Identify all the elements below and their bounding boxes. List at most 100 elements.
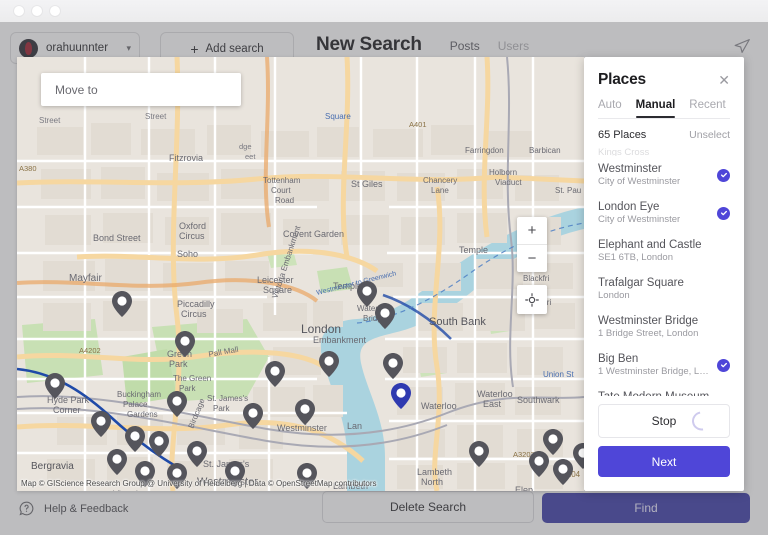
svg-text:Park: Park — [169, 359, 188, 369]
svg-text:Corner: Corner — [53, 405, 81, 415]
svg-text:Palace: Palace — [123, 400, 148, 409]
svg-text:Mayfair: Mayfair — [69, 273, 102, 284]
move-to-placeholder: Move to — [55, 83, 98, 97]
places-count: 65 Places — [598, 129, 646, 141]
list-item[interactable]: Trafalgar Square London — [598, 270, 730, 308]
svg-text:Road: Road — [275, 196, 294, 205]
tab-auto[interactable]: Auto — [598, 99, 622, 118]
map-pin[interactable] — [112, 291, 132, 317]
map-pin[interactable] — [391, 383, 411, 409]
map-pin[interactable] — [45, 373, 65, 399]
place-subtitle: 1 Bridge Street, London — [598, 328, 698, 339]
tab-recent[interactable]: Recent — [689, 99, 725, 118]
place-name: Big Ben — [598, 353, 711, 365]
stop-button[interactable]: Stop — [598, 404, 730, 438]
map-pin[interactable] — [469, 441, 489, 467]
check-icon[interactable] — [717, 207, 730, 220]
unselect-button[interactable]: Unselect — [689, 129, 730, 141]
locate-me-button[interactable] — [517, 285, 547, 314]
svg-text:Chancery: Chancery — [423, 176, 457, 185]
map-pin[interactable] — [91, 411, 111, 437]
list-item-clipped[interactable]: Kings Cross — [598, 148, 730, 156]
map-pin[interactable] — [149, 431, 169, 457]
map-pin[interactable] — [107, 449, 127, 475]
svg-text:Circus: Circus — [181, 309, 207, 319]
svg-text:Street: Street — [39, 116, 61, 125]
svg-text:St Giles: St Giles — [351, 179, 383, 189]
place-name: Trafalgar Square — [598, 277, 684, 289]
svg-text:St. James's: St. James's — [207, 394, 248, 403]
app-window: orahuunnter ▾ Help & Feedback + Add sear… — [0, 0, 768, 535]
svg-text:Circus: Circus — [179, 231, 205, 241]
list-item[interactable]: Westminster City of Westminster — [598, 156, 730, 194]
svg-text:St. Pau: St. Pau — [555, 186, 581, 195]
map-pin[interactable] — [187, 441, 207, 467]
map-pin[interactable] — [295, 399, 315, 425]
map-pin[interactable] — [543, 429, 563, 455]
place-name: Westminster — [598, 163, 680, 175]
svg-text:Bond Street: Bond Street — [93, 233, 141, 243]
svg-text:Embankment: Embankment — [313, 335, 367, 345]
map-pin[interactable] — [357, 281, 377, 307]
svg-text:Oxford: Oxford — [179, 221, 206, 231]
close-icon[interactable]: ✕ — [718, 73, 730, 87]
maximize-window-button[interactable] — [50, 6, 60, 16]
svg-text:London: London — [301, 322, 341, 336]
svg-text:Blackfri: Blackfri — [523, 274, 549, 283]
list-item[interactable]: Westminster Bridge 1 Bridge Street, Lond… — [598, 308, 730, 346]
zoom-in-button[interactable]: + — [517, 217, 547, 244]
svg-text:Barbican: Barbican — [529, 146, 561, 155]
svg-text:Farringdon: Farringdon — [465, 146, 504, 155]
places-panel: Places ✕ Auto Manual Recent 65 Places Un… — [584, 57, 744, 491]
svg-text:Fitzrovia: Fitzrovia — [169, 153, 203, 163]
map-pin[interactable] — [383, 353, 403, 379]
place-subtitle: SE1 6TB, London — [598, 252, 702, 263]
map-zoom-controls[interactable]: + − — [517, 217, 547, 272]
map-pin[interactable] — [319, 351, 339, 377]
svg-text:North: North — [421, 477, 443, 487]
zoom-out-button[interactable]: − — [517, 244, 547, 272]
places-count-row: 65 Places Unselect — [584, 119, 744, 148]
map-pin[interactable] — [125, 426, 145, 452]
tab-manual[interactable]: Manual — [636, 99, 676, 118]
minimize-window-button[interactable] — [32, 6, 42, 16]
svg-text:Lane: Lane — [431, 186, 449, 195]
place-name: Tate Modern Museum — [598, 391, 709, 396]
move-to-search[interactable]: Move to — [41, 73, 241, 106]
svg-text:Elep: Elep — [515, 485, 533, 491]
svg-text:The Green: The Green — [173, 374, 211, 383]
svg-text:Waterloo: Waterloo — [477, 389, 513, 399]
map-pin[interactable] — [573, 443, 584, 469]
places-list[interactable]: Kings Cross Westminster City of Westmins… — [584, 148, 744, 396]
place-subtitle: City of Westminster — [598, 214, 680, 225]
check-icon[interactable] — [717, 359, 730, 372]
map-pin[interactable] — [375, 303, 395, 329]
svg-text:Square: Square — [325, 112, 351, 121]
next-button[interactable]: Next — [598, 446, 730, 477]
list-item[interactable]: Big Ben 1 Westminster Bridge, Lo... — [598, 346, 730, 384]
map-pin[interactable] — [167, 391, 187, 417]
places-panel-header: Places ✕ — [584, 57, 744, 89]
window-controls[interactable] — [14, 6, 60, 16]
places-panel-footer: Stop Next — [584, 396, 744, 491]
svg-text:Street: Street — [145, 112, 167, 121]
place-name: Westminster Bridge — [598, 315, 698, 327]
list-item[interactable]: Tate Modern Museum Bankside, London — [598, 384, 730, 396]
map-attribution: Map © GIScience Research Group @ Univers… — [21, 479, 376, 488]
list-item[interactable]: Elephant and Castle SE1 6TB, London — [598, 232, 730, 270]
svg-text:Piccadilly: Piccadilly — [177, 299, 215, 309]
place-subtitle: City of Westminster — [598, 176, 680, 187]
map-pin[interactable] — [553, 459, 573, 485]
check-icon[interactable] — [717, 169, 730, 182]
map-canvas[interactable]: Street Street Square A401 Farringdon Bar… — [17, 57, 584, 491]
map-pin[interactable] — [243, 403, 263, 429]
close-window-button[interactable] — [14, 6, 24, 16]
svg-text:Park: Park — [213, 404, 230, 413]
places-tabs[interactable]: Auto Manual Recent — [584, 89, 744, 118]
map-pin[interactable] — [175, 331, 195, 357]
svg-text:Court: Court — [271, 186, 291, 195]
list-item[interactable]: London Eye City of Westminster — [598, 194, 730, 232]
place-name: London Eye — [598, 201, 680, 213]
crosshair-icon — [525, 293, 539, 307]
map-pin[interactable] — [265, 361, 285, 387]
